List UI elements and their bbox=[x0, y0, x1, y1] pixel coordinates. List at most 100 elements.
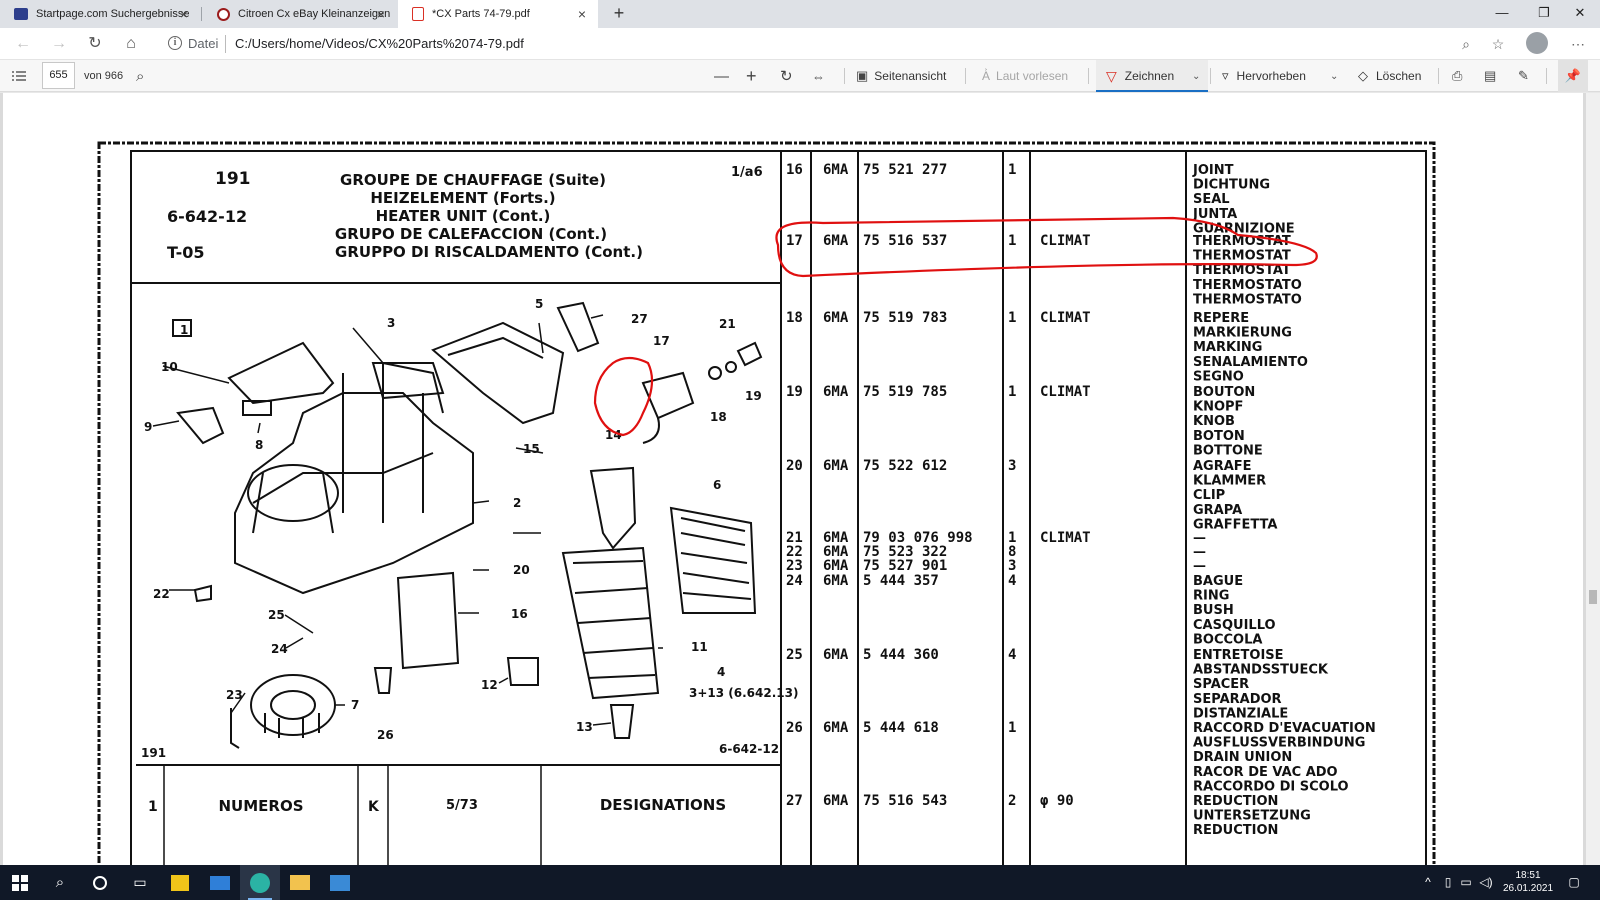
highlight-icon: ▿ bbox=[1222, 68, 1229, 83]
erase-button[interactable]: ◇ Löschen bbox=[1358, 60, 1421, 92]
part-ref: 27 bbox=[786, 793, 803, 809]
part-prefix: 6MA bbox=[823, 310, 849, 326]
tab-pdf[interactable]: *CX Parts 74-79.pdf × bbox=[398, 0, 598, 28]
page-view-button[interactable]: ▣ Seitenansicht bbox=[856, 60, 946, 92]
part-number: 5 444 357 bbox=[863, 573, 939, 589]
callout: 13 bbox=[576, 720, 593, 734]
url-text[interactable]: C:/Users/home/Videos/CX%20Parts%2074-79.… bbox=[235, 36, 524, 51]
page-view-label: Seitenansicht bbox=[874, 69, 947, 83]
draw-options-button[interactable]: ⌄ bbox=[1192, 60, 1200, 92]
highlight-button[interactable]: ▿ Hervorheben bbox=[1222, 60, 1306, 92]
fit-width-button[interactable]: ⇔ bbox=[812, 60, 825, 92]
scrollbar-thumb[interactable] bbox=[1589, 590, 1597, 604]
new-tab-icon[interactable]: + bbox=[608, 2, 630, 24]
minimize-icon[interactable]: — bbox=[1480, 0, 1524, 28]
part-designation: BOTTONE bbox=[1193, 443, 1263, 458]
title-fr: GROUPE DE CHAUFFAGE (Suite) bbox=[340, 171, 606, 189]
favorites-icon[interactable]: ☆ bbox=[1488, 34, 1508, 54]
zoom-out-button[interactable]: — bbox=[714, 60, 729, 92]
task-view-icon[interactable]: ▭ bbox=[120, 865, 160, 900]
part-designation: THERMOSTAT bbox=[1193, 249, 1291, 264]
close-tab-icon[interactable]: × bbox=[176, 6, 192, 22]
part-ref: 25 bbox=[786, 647, 803, 663]
tab-title: *CX Parts 74-79.pdf bbox=[432, 8, 530, 20]
part-note: CLIMAT bbox=[1040, 530, 1091, 546]
read-aloud-icon: A͐ bbox=[982, 69, 991, 83]
tab-strip: Startpage.com Suchergebnisse × Citroen C… bbox=[0, 0, 1600, 28]
back-icon[interactable]: ← bbox=[10, 32, 36, 56]
rotate-button[interactable]: ↻ bbox=[780, 60, 793, 92]
parts-row: 20 6MA 75 522 612 3 AGRAFEKLAMMERCLIPGRAPAGR… bbox=[786, 458, 1277, 532]
part-ref: 23 bbox=[786, 558, 803, 574]
home-icon[interactable]: ⌂ bbox=[118, 32, 144, 56]
zoom-in-button[interactable]: + bbox=[746, 60, 757, 92]
part-designation: AUSFLUSSVERBINDUNG bbox=[1193, 736, 1365, 751]
network-icon[interactable]: ▭ bbox=[1458, 873, 1474, 891]
zoom-icon[interactable]: ⌕ bbox=[1456, 34, 1476, 54]
callout: 8 bbox=[255, 438, 263, 452]
part-ref: 16 bbox=[786, 162, 803, 178]
search-button[interactable]: ⌕ bbox=[136, 60, 144, 92]
close-tab-icon[interactable]: × bbox=[574, 6, 590, 22]
info-icon[interactable]: i bbox=[168, 36, 182, 50]
tab-startpage[interactable]: Startpage.com Suchergebnisse × bbox=[0, 0, 200, 28]
mail-icon[interactable] bbox=[200, 865, 240, 900]
parts-list: 16 6MA 75 521 277 1 JOINTDICHTUNGSEALJUNTAGU… bbox=[786, 162, 1376, 838]
part-designation: SEGNO bbox=[1193, 369, 1244, 384]
title-es: GRUPO DE CALEFACCION (Cont.) bbox=[335, 225, 607, 243]
volume-icon[interactable]: ◁) bbox=[1478, 873, 1494, 891]
close-window-icon[interactable]: ✕ bbox=[1560, 0, 1600, 28]
part-designation: KNOPF bbox=[1193, 400, 1243, 415]
part-number: 75 519 785 bbox=[863, 384, 947, 400]
parts-row: 26 6MA 5 444 618 1 RACCORD D'EVACUATIONAUSFL… bbox=[786, 720, 1376, 794]
start-button[interactable] bbox=[0, 865, 40, 900]
read-aloud-button[interactable]: A͐ Laut vorlesen bbox=[982, 60, 1068, 92]
explorer-icon[interactable] bbox=[280, 865, 320, 900]
part-designation: UNTERSETZUNG bbox=[1193, 809, 1311, 824]
store-icon[interactable] bbox=[160, 865, 200, 900]
forward-icon[interactable]: → bbox=[46, 32, 72, 56]
close-tab-icon[interactable]: × bbox=[373, 6, 389, 22]
callout: 11 bbox=[691, 640, 708, 654]
parts-row: 18 6MA 75 519 783 1 CLIMAT REPEREMARKIERUNGMA… bbox=[786, 310, 1308, 384]
part-note: CLIMAT bbox=[1040, 384, 1091, 400]
part-qty: 2 bbox=[1008, 793, 1016, 809]
reload-icon[interactable]: ↻ bbox=[82, 32, 108, 56]
figure-code: 6-642-12 bbox=[167, 207, 247, 226]
save-button[interactable]: ▤ bbox=[1484, 60, 1496, 92]
contents-toggle[interactable] bbox=[12, 60, 28, 92]
taskbar-search-icon[interactable]: ⌕ bbox=[40, 865, 80, 900]
part-qty: 3 bbox=[1008, 558, 1016, 574]
title-de: HEIZELEMENT (Forts.) bbox=[370, 189, 555, 207]
pdf-viewport[interactable]: 191 6-642-12 T-05 1/a6 GROUPE DE CHAUFFA… bbox=[0, 93, 1586, 865]
tab-ebay[interactable]: Citroen Cx eBay Kleinanzeigen × bbox=[203, 0, 397, 28]
page-number-input[interactable]: 655 bbox=[42, 62, 75, 89]
callout: 9 bbox=[144, 420, 152, 434]
notifications-icon[interactable]: ▢ bbox=[1566, 873, 1582, 891]
device-icon[interactable]: ▯ bbox=[1440, 873, 1456, 891]
cortana-icon[interactable] bbox=[80, 865, 120, 900]
pdf-favicon-icon bbox=[412, 7, 424, 21]
callout: 21 bbox=[719, 317, 736, 331]
clock-date: 26.01.2021 bbox=[1502, 883, 1554, 894]
chevron-up-icon[interactable]: ^ bbox=[1420, 873, 1436, 891]
edge-icon[interactable] bbox=[240, 865, 280, 900]
more-menu-icon[interactable]: ⋯ bbox=[1568, 34, 1588, 54]
callout: 16 bbox=[511, 607, 528, 621]
highlight-options-button[interactable]: ⌄ bbox=[1330, 60, 1338, 92]
draw-icon: ▽ bbox=[1106, 67, 1117, 84]
parts-row: 21 6MA 79 03 076 998 1 CLIMAT — bbox=[786, 530, 1206, 546]
part-note: CLIMAT bbox=[1040, 233, 1091, 249]
draw-button[interactable]: ▽ Zeichnen bbox=[1106, 60, 1174, 92]
vertical-scrollbar[interactable] bbox=[1586, 93, 1600, 865]
taskbar-clock[interactable]: 18:51 26.01.2021 bbox=[1498, 869, 1558, 895]
profile-avatar-icon[interactable] bbox=[1526, 32, 1548, 54]
print-button[interactable]: ⎙ bbox=[1452, 60, 1462, 92]
part-designation: REPERE bbox=[1193, 311, 1249, 326]
browser-window: Startpage.com Suchergebnisse × Citroen C… bbox=[0, 0, 1600, 900]
save-as-button[interactable]: ✎ bbox=[1518, 60, 1529, 92]
part-designation: REDUCTION bbox=[1193, 794, 1278, 809]
pin-toolbar-button[interactable]: 📌 bbox=[1558, 60, 1588, 92]
url-field[interactable]: i Datei C:/Users/home/Videos/CX%20Parts%… bbox=[160, 31, 1505, 57]
photos-icon[interactable] bbox=[320, 865, 360, 900]
